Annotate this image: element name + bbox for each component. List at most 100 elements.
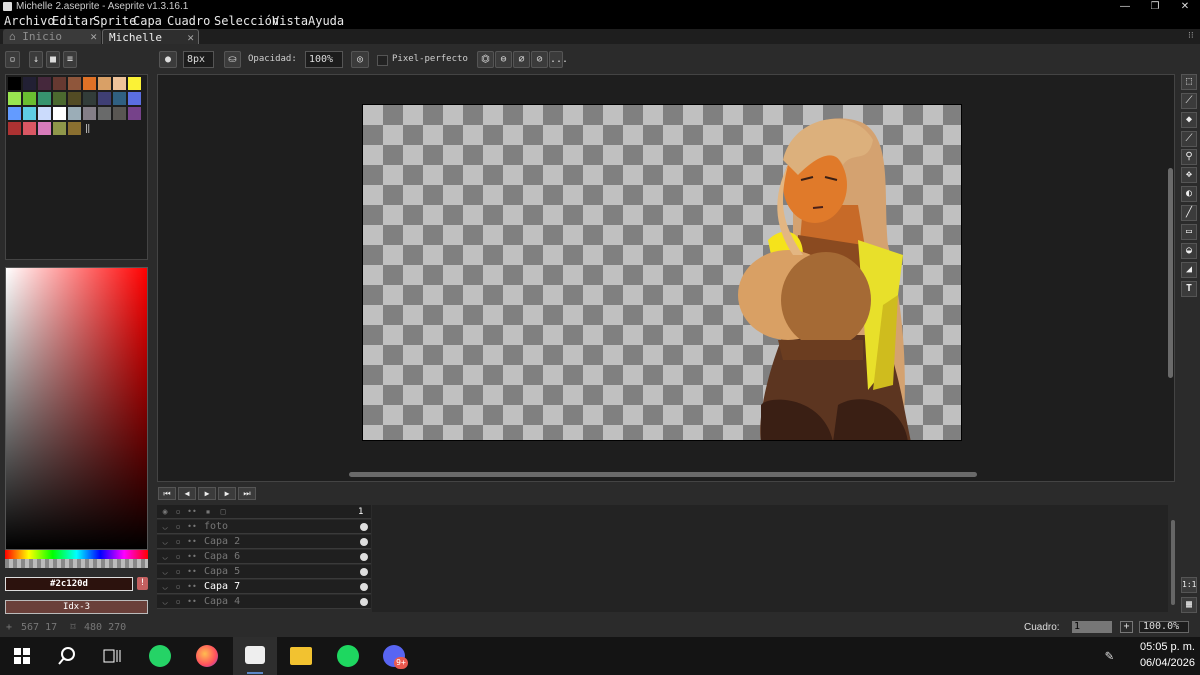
menu-seleccion[interactable]: Selección	[214, 13, 279, 29]
foreground-color-button[interactable]: #2c120d	[5, 577, 133, 591]
next-frame-button[interactable]: ▶	[218, 487, 236, 500]
previous-frame-button[interactable]: ◀	[178, 487, 196, 500]
palette-swatch[interactable]	[38, 122, 51, 135]
continuous-icon[interactable]: ••	[187, 522, 197, 532]
continuous-icon[interactable]: ••	[187, 582, 197, 592]
more-options-button[interactable]: ...	[549, 51, 568, 68]
frame-options-icon[interactable]: □	[218, 507, 228, 517]
layer-row[interactable]: ◡ ▫ •• foto	[157, 520, 371, 534]
move-tool-icon[interactable]: ✥	[1181, 167, 1197, 183]
layer-row[interactable]: ◡ ▫ •• Capa 2	[157, 535, 371, 549]
symmetry-diagonal-icon[interactable]: ⊘	[531, 51, 548, 68]
palette-swatch[interactable]	[8, 107, 21, 120]
marquee-tool-icon[interactable]: ⬚	[1181, 74, 1197, 90]
play-button[interactable]: ▶	[198, 487, 216, 500]
clock-date[interactable]: 06/04/2026	[1130, 657, 1195, 669]
visibility-icon[interactable]: ◡	[160, 567, 170, 577]
ink-type-icon[interactable]: ⛀	[224, 51, 241, 68]
maximize-button[interactable]: ❐	[1140, 0, 1170, 13]
clock-time[interactable]: 05:05 p. m.	[1130, 641, 1195, 653]
palette-swatch[interactable]	[128, 107, 141, 120]
palette-swatch[interactable]	[53, 92, 66, 105]
palette-swatch[interactable]	[68, 92, 81, 105]
palette-swatch[interactable]	[128, 77, 141, 90]
tab-michelle-2[interactable]: Michelle 2.asep ✕	[102, 29, 199, 59]
menu-editar[interactable]: Editar	[52, 13, 95, 29]
menu-capa[interactable]: Capa	[133, 13, 162, 29]
layer-cel[interactable]	[360, 538, 368, 546]
zoom-tool-icon[interactable]: ⚲	[1181, 149, 1197, 165]
menu-sprite[interactable]: Sprite	[93, 13, 136, 29]
first-frame-button[interactable]: ⏮	[158, 487, 176, 500]
palette-swatch[interactable]	[83, 92, 96, 105]
symmetry-vertical-icon[interactable]: ⌀	[513, 51, 530, 68]
palette-swatch[interactable]	[113, 92, 126, 105]
fill-tool-icon[interactable]: ◐	[1181, 186, 1197, 202]
palette-swatch[interactable]	[38, 92, 51, 105]
palette-swatch[interactable]	[8, 77, 21, 90]
continuous-icon[interactable]: ••	[187, 597, 197, 607]
layer-options-icon[interactable]: ▪	[203, 507, 213, 517]
palette-swatch[interactable]	[113, 77, 126, 90]
layer-cel[interactable]	[360, 553, 368, 561]
lock-icon[interactable]: ▫	[173, 522, 183, 532]
palette-swatch[interactable]	[53, 122, 66, 135]
visibility-icon[interactable]: ◡	[160, 537, 170, 547]
palette-resize-icon[interactable]: ‖	[85, 124, 90, 134]
palette-swatch[interactable]	[8, 122, 21, 135]
rectangle-tool-icon[interactable]: ▭	[1181, 224, 1197, 240]
palette-swatch[interactable]	[83, 107, 96, 120]
lock-icon[interactable]: ▫	[173, 597, 183, 607]
lock-header-icon[interactable]: ▫	[173, 507, 183, 517]
menu-ayuda[interactable]: Ayuda	[308, 13, 344, 29]
frame-number-header[interactable]: 1	[358, 505, 363, 519]
visibility-header-icon[interactable]: ◉	[160, 507, 170, 517]
layer-row[interactable]: ◡ ▫ •• Capa 6	[157, 550, 371, 564]
palette-swatch[interactable]	[53, 107, 66, 120]
palette-swatch[interactable]	[23, 77, 36, 90]
zoom-1-1-button[interactable]: 1:1	[1181, 577, 1197, 593]
continuous-header-icon[interactable]: ••	[187, 507, 197, 517]
whatsapp-icon[interactable]	[149, 645, 171, 667]
palette-swatch[interactable]	[38, 107, 51, 120]
brush-type-icon[interactable]: ●	[159, 51, 177, 68]
palette-swatch[interactable]	[98, 92, 111, 105]
eraser-tool-icon[interactable]: ◆	[1181, 112, 1197, 128]
layer-cel[interactable]	[360, 598, 368, 606]
opacity-field[interactable]: 100%	[305, 51, 343, 68]
pen-icon[interactable]: ✎	[1105, 648, 1113, 664]
lock-icon[interactable]: ▫	[173, 552, 183, 562]
palette-swatch[interactable]	[113, 107, 126, 120]
firefox-icon[interactable]	[196, 645, 218, 667]
visibility-icon[interactable]: ◡	[160, 522, 170, 532]
menu-vista[interactable]: Vista	[272, 13, 308, 29]
palette-swatch[interactable]	[98, 77, 111, 90]
layer-cel[interactable]	[360, 568, 368, 576]
palette-swatch[interactable]	[38, 77, 51, 90]
pixel-perfect-checkbox[interactable]	[377, 55, 388, 66]
timeline-scrollbar[interactable]	[1171, 520, 1175, 605]
tab-inicio-close-icon[interactable]: ✕	[90, 29, 97, 44]
layer-row[interactable]: ◡ ▫ •• Capa 7	[157, 580, 371, 594]
palette-swatch[interactable]	[98, 107, 111, 120]
layer-cel[interactable]	[360, 523, 368, 531]
lasso-tool-icon[interactable]: ⟋	[1181, 93, 1197, 109]
frame-input[interactable]: 1	[1072, 621, 1112, 633]
warning-icon[interactable]: !	[137, 577, 148, 590]
palette-swatch[interactable]	[68, 122, 81, 135]
grid-view-button[interactable]: ▦	[1181, 597, 1197, 613]
task-view-icon[interactable]	[103, 648, 121, 664]
menu-cuadro[interactable]: Cuadro	[167, 13, 210, 29]
brush-size-field[interactable]: 8px	[183, 51, 214, 68]
palette-swatch[interactable]	[23, 92, 36, 105]
palette-swatch[interactable]	[8, 92, 21, 105]
frames-area[interactable]	[372, 505, 1168, 612]
palette-sort-icon[interactable]: ↓	[29, 51, 43, 68]
palette-swatch[interactable]	[68, 107, 81, 120]
continuous-icon[interactable]: ••	[187, 537, 197, 547]
lock-icon[interactable]: ▫	[173, 582, 183, 592]
visibility-icon[interactable]: ◡	[160, 582, 170, 592]
lock-icon[interactable]: ▫	[173, 567, 183, 577]
menu-archivo[interactable]: Archivo	[4, 13, 55, 29]
line-tool-icon[interactable]: ╱	[1181, 205, 1197, 221]
